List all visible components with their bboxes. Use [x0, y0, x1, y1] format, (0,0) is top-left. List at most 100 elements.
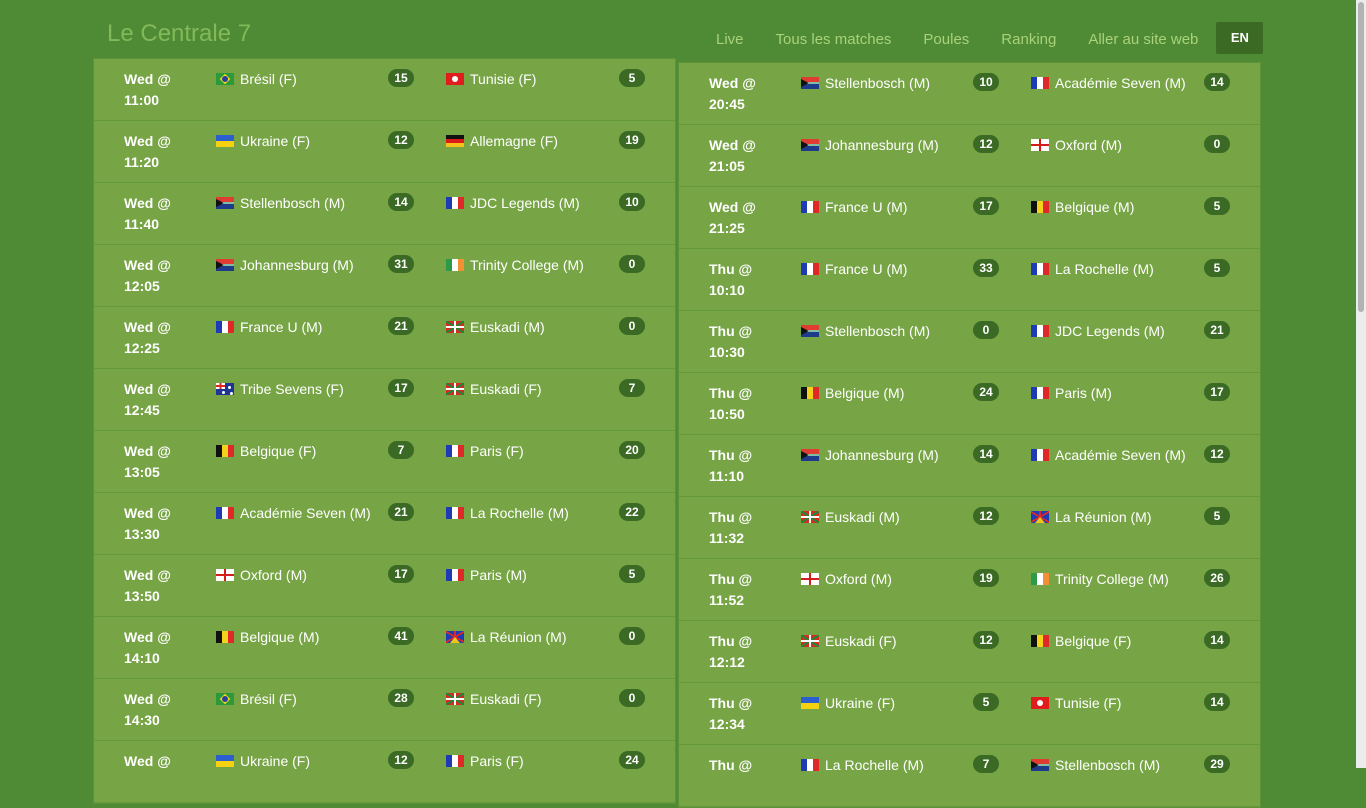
home-score-badge: 33: [973, 259, 999, 277]
home-team-name: Ukraine (F): [825, 695, 896, 711]
match-row[interactable]: Wed @ 11:40 Stellenbosch (M) 14 JDC Legen…: [94, 183, 675, 245]
home-flag-icon: [216, 259, 234, 271]
match-day: Wed @: [124, 505, 171, 521]
home-team: Stellenbosch (M): [216, 193, 345, 213]
match-row[interactable]: Wed @ 20:45 Stellenbosch (M) 10 Académie …: [679, 63, 1260, 125]
match-time: Wed @ 14:10: [124, 627, 194, 669]
away-team: Trinity College (M): [1031, 569, 1169, 589]
match-row[interactable]: Thu @ 11:52 Oxford (M) 19 Trinity College…: [679, 559, 1260, 621]
away-flag-icon: [1031, 635, 1049, 647]
match-clock: 11:20: [124, 154, 160, 170]
match-row[interactable]: Wed @ 12:45 Tribe Sevens (F) 17 Euskadi (…: [94, 369, 675, 431]
match-time: Wed @ 13:30: [124, 503, 194, 545]
home-score-badge: 12: [973, 507, 999, 525]
home-flag-icon: [216, 383, 234, 395]
home-team: Ukraine (F): [216, 131, 310, 151]
match-row[interactable]: Wed @ 21:05 Johannesburg (M) 12 Oxford (M…: [679, 125, 1260, 187]
match-day: Wed @: [124, 71, 171, 87]
home-team-name: Brésil (F): [240, 691, 297, 707]
home-flag-icon: [216, 507, 234, 519]
match-row[interactable]: Wed @ 13:30 Académie Seven (M) 21 La Roch…: [94, 493, 675, 555]
match-row[interactable]: Wed @ Ukraine (F) 12 Paris (F) 24: [94, 741, 675, 803]
match-row[interactable]: Wed @ 12:05 Johannesburg (M) 31 Trinity C…: [94, 245, 675, 307]
away-score-badge: 5: [619, 69, 645, 87]
home-score-badge: 12: [388, 751, 414, 769]
away-flag-icon: [446, 73, 464, 85]
away-flag-icon: [446, 507, 464, 519]
away-flag-icon: [446, 755, 464, 767]
match-time: Wed @ 12:25: [124, 317, 194, 359]
away-team-name: Euskadi (F): [470, 691, 542, 707]
match-clock: 14:30: [124, 712, 160, 728]
match-row[interactable]: Wed @21:25 France U (M) 17 Belgique (M) …: [679, 187, 1260, 249]
away-flag-icon: [1031, 573, 1049, 585]
match-row[interactable]: Wed @ 12:25 France U (M) 21 Euskadi (M) 0: [94, 307, 675, 369]
nav-pools[interactable]: Poules: [923, 20, 969, 56]
match-time: Wed @ 21:05: [709, 135, 779, 177]
match-row[interactable]: Thu @ 10:30 Stellenbosch (M) 0 JDC Legend…: [679, 311, 1260, 373]
home-score-badge: 7: [388, 441, 414, 459]
language-button[interactable]: EN: [1216, 22, 1264, 54]
away-team: Paris (F): [446, 441, 524, 461]
home-flag-icon: [216, 755, 234, 767]
match-row[interactable]: Thu @ 10:50 Belgique (M) 24 Paris (M) 17: [679, 373, 1260, 435]
match-day: Thu @: [709, 385, 753, 401]
away-team-name: Paris (F): [470, 443, 524, 459]
home-team-name: La Rochelle (M): [825, 757, 924, 773]
match-time: Wed @ 21:25: [709, 197, 779, 239]
home-team: Oxford (M): [801, 569, 892, 589]
home-score-badge: 24: [973, 383, 999, 401]
match-row[interactable]: Thu @ La Rochelle (M) 7 Stellenbosch (M)…: [679, 745, 1260, 807]
home-score-badge: 12: [973, 631, 999, 649]
match-row[interactable]: Thu @ 12:12 Euskadi (F) 12 Belgique (F) 1…: [679, 621, 1260, 683]
match-row[interactable]: Thu @ 11:10 Johannesburg (M) 14 Académie …: [679, 435, 1260, 497]
home-team: Johannesburg (M): [216, 255, 354, 275]
home-flag-icon: [801, 697, 819, 709]
match-day: Wed @: [124, 567, 171, 583]
match-row[interactable]: Wed @11:20 Ukraine (F) 12 Allemagne (F) …: [94, 121, 675, 183]
away-team-name: Allemagne (F): [470, 133, 558, 149]
away-score-badge: 12: [1204, 445, 1230, 463]
match-row[interactable]: Thu @ 12:34 Ukraine (F) 5 Tunisie (F) 14: [679, 683, 1260, 745]
home-flag-icon: [216, 445, 234, 457]
home-score-badge: 17: [388, 379, 414, 397]
match-time: Wed @ 11:40: [124, 193, 194, 235]
nav-website[interactable]: Aller au site web: [1088, 20, 1198, 56]
match-row[interactable]: Wed @ 14:10 Belgique (M) 41 La Réunion (M…: [94, 617, 675, 679]
match-clock: 12:34: [709, 716, 745, 732]
nav-ranking[interactable]: Ranking: [1001, 20, 1056, 56]
match-row[interactable]: Wed @ 14:30 Brésil (F) 28 Euskadi (F) 0: [94, 679, 675, 741]
away-team-name: La Réunion (M): [470, 629, 567, 645]
nav-all-matches[interactable]: Tous les matches: [776, 20, 892, 56]
match-time: Wed @ 14:30: [124, 689, 194, 731]
away-flag-icon: [1031, 77, 1049, 89]
home-team: France U (M): [216, 317, 322, 337]
match-time: Thu @ 12:34: [709, 693, 779, 735]
nav-live[interactable]: Live: [716, 20, 744, 56]
home-team: Oxford (M): [216, 565, 307, 585]
match-row[interactable]: Wed @ 11:00 Brésil (F) 15 Tunisie (F) 5: [94, 59, 675, 121]
match-time: Wed @ 13:50: [124, 565, 194, 607]
home-score-badge: 12: [973, 135, 999, 153]
scrollbar-thumb[interactable]: [1358, 2, 1364, 312]
match-time: Thu @ 11:52: [709, 569, 779, 611]
site-title[interactable]: Le Centrale 7: [107, 20, 251, 48]
match-time: Thu @ 10:10: [709, 259, 779, 301]
home-team: France U (M): [801, 197, 907, 217]
match-time: Thu @ 10:50: [709, 383, 779, 425]
home-team-name: Johannesburg (M): [240, 257, 354, 273]
away-team: La Réunion (M): [446, 627, 567, 647]
home-score-badge: 21: [388, 503, 414, 521]
home-flag-icon: [801, 449, 819, 461]
match-row[interactable]: Wed @ 13:05 Belgique (F) 7 Paris (F) 20: [94, 431, 675, 493]
scrollbar[interactable]: [1356, 0, 1366, 768]
match-row[interactable]: Thu @ 10:10 France U (M) 33 La Rochelle (…: [679, 249, 1260, 311]
match-row[interactable]: Wed @ 13:50 Oxford (M) 17 Paris (M) 5: [94, 555, 675, 617]
home-team: Brésil (F): [216, 689, 297, 709]
away-team-name: La Rochelle (M): [470, 505, 569, 521]
match-day: Wed @: [124, 257, 171, 273]
home-team-name: Brésil (F): [240, 71, 297, 87]
away-flag-icon: [446, 259, 464, 271]
match-row[interactable]: Thu @ 11:32 Euskadi (M) 12 La Réunion (M)…: [679, 497, 1260, 559]
match-day: Thu @: [709, 509, 753, 525]
